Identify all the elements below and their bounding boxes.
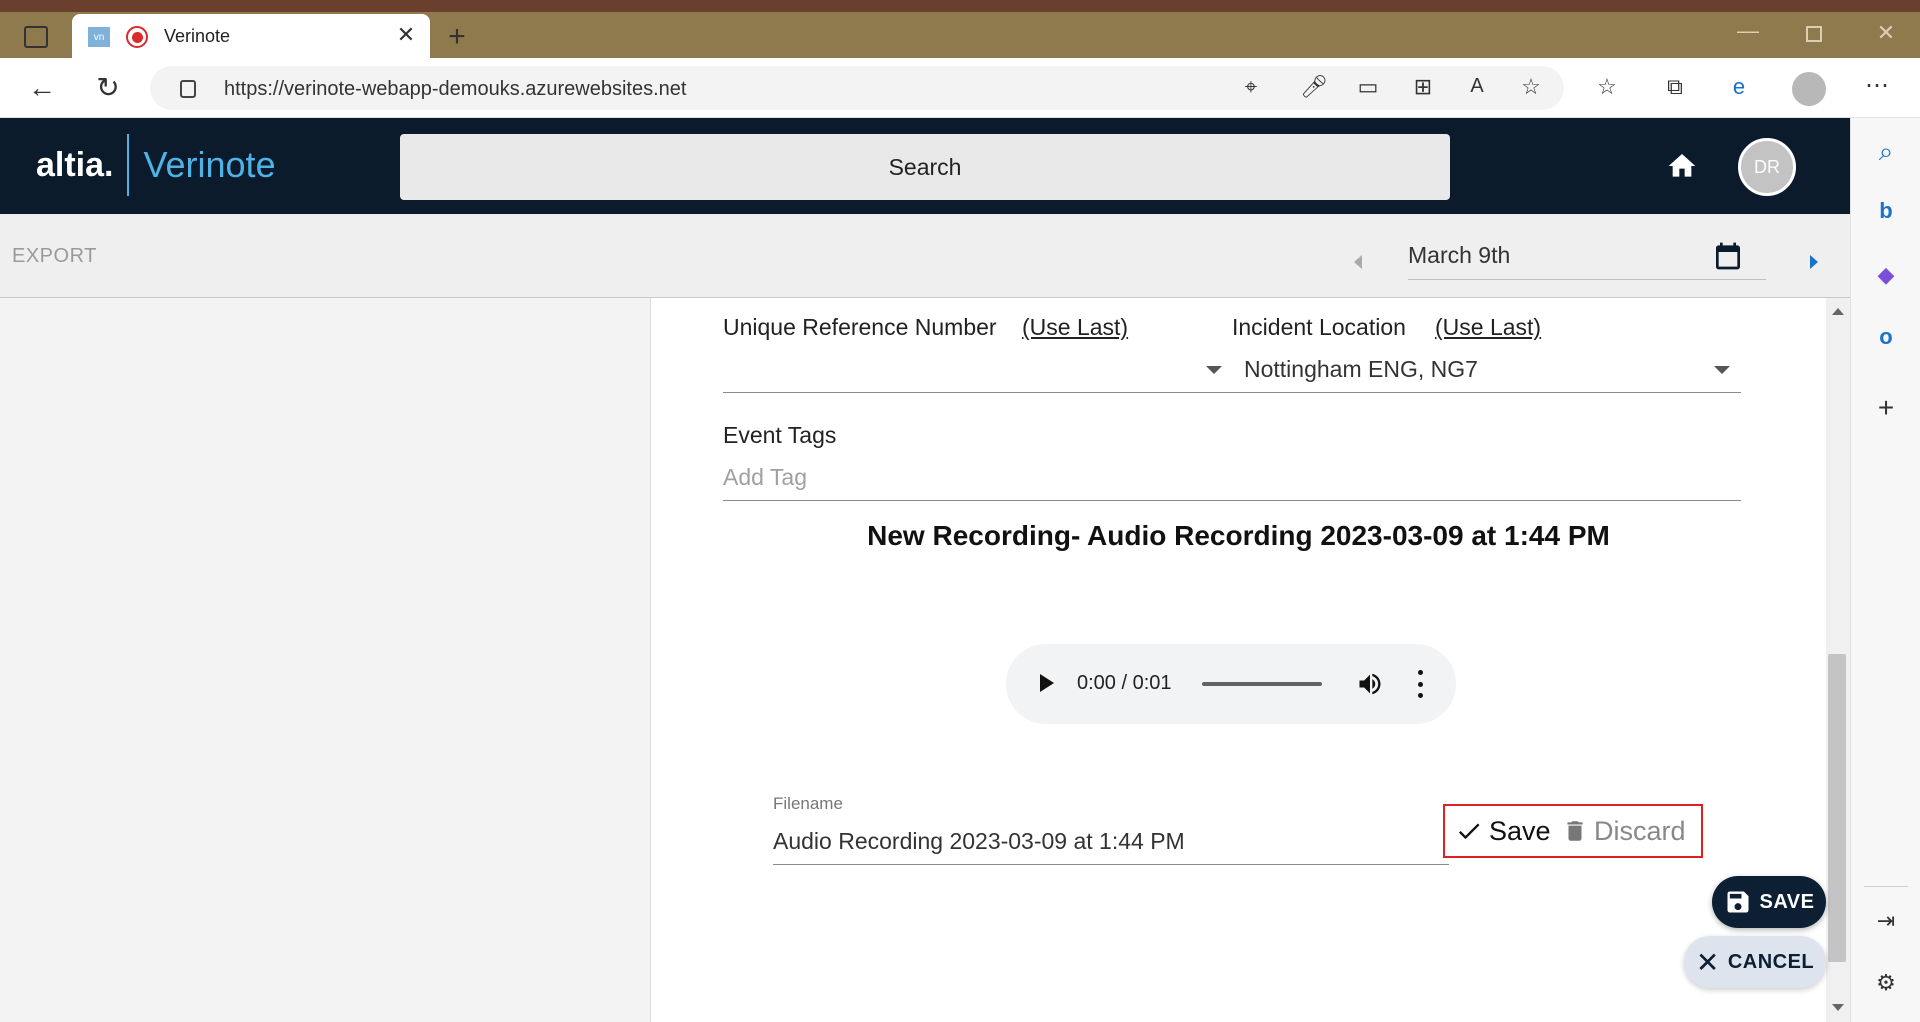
restore-icon[interactable] <box>1806 26 1822 42</box>
save-fab[interactable]: SAVE <box>1712 876 1826 928</box>
player-menu-icon[interactable] <box>1416 670 1424 698</box>
profile-icon[interactable] <box>1792 72 1826 106</box>
urn-use-last-link[interactable]: (Use Last) <box>1022 314 1128 341</box>
recording-indicator-icon <box>126 26 148 48</box>
prev-date-icon[interactable] <box>1354 255 1362 269</box>
apps-icon[interactable]: ⊞ <box>1410 76 1436 98</box>
brand-divider <box>127 134 130 196</box>
location-select[interactable]: Nottingham ENG, NG7 <box>1244 356 1478 383</box>
favicon-icon: vn <box>88 27 110 47</box>
bing-icon[interactable]: b <box>1872 200 1900 222</box>
export-button[interactable]: EXPORT <box>12 245 97 268</box>
date-field[interactable]: March 9th <box>1408 234 1766 280</box>
settings-gear-icon[interactable]: ⚙ <box>1872 972 1900 994</box>
office-icon[interactable]: ◆ <box>1872 264 1900 286</box>
sidebar-search-icon[interactable]: ⌕ <box>1872 138 1900 164</box>
url-text[interactable]: https://verinote-webapp-demouks.azureweb… <box>224 78 686 101</box>
scroll-up-icon[interactable] <box>1832 308 1844 315</box>
brand-verinote: Verinote <box>143 144 276 185</box>
tab-title: Verinote <box>164 26 231 46</box>
home-icon[interactable] <box>1666 150 1698 182</box>
check-icon <box>1458 823 1480 840</box>
discard-recording-button[interactable]: Discard <box>1562 812 1686 850</box>
event-tags-label: Event Tags <box>723 422 837 448</box>
edge-icon[interactable]: e <box>1726 76 1752 98</box>
refresh-icon[interactable]: ↻ <box>94 74 122 102</box>
taskbar-strip <box>0 0 1920 12</box>
event-tags-underline <box>723 500 1741 501</box>
play-icon[interactable] <box>1040 674 1054 692</box>
urn-location-underline <box>723 392 1741 393</box>
add-favorite-icon[interactable]: ☆ <box>1518 76 1544 98</box>
search-input[interactable]: Search <box>400 134 1450 200</box>
urn-dropdown-icon[interactable] <box>1206 366 1222 374</box>
favorites-icon[interactable]: ☆ <box>1594 76 1620 98</box>
read-aloud-icon[interactable]: A <box>1464 76 1490 96</box>
add-tag-input[interactable]: Add Tag <box>723 464 807 491</box>
scroll-down-icon[interactable] <box>1832 1004 1844 1011</box>
save-recording-button[interactable]: Save <box>1455 812 1551 850</box>
lock-icon <box>180 80 196 98</box>
close-tab-icon[interactable]: ✕ <box>394 24 418 48</box>
add-sidebar-app-icon[interactable]: + <box>1872 394 1900 422</box>
left-panel <box>0 298 651 1022</box>
date-value: March 9th <box>1408 242 1511 268</box>
filename-label: Filename <box>773 794 843 813</box>
floppy-disk-icon <box>1727 891 1748 913</box>
urn-label: Unique Reference Number <box>723 314 997 340</box>
microphone-icon[interactable]: 🎤︎ <box>1300 76 1328 98</box>
filename-input[interactable]: Audio Recording 2023-03-09 at 1:44 PM <box>773 828 1185 855</box>
minimize-icon[interactable]: — <box>1736 20 1760 42</box>
cancel-fab[interactable]: ✕ CANCEL <box>1684 936 1826 988</box>
seek-slider[interactable] <box>1202 682 1322 686</box>
trash-icon <box>1567 821 1583 841</box>
calendar-icon[interactable] <box>1712 238 1744 274</box>
more-options-icon[interactable]: ⋯ <box>1864 74 1890 98</box>
brand-altia: altia. <box>36 145 114 184</box>
audio-player: 0:00 / 0:01 <box>1006 644 1456 724</box>
scrollbar-thumb[interactable] <box>1828 654 1846 962</box>
close-x-icon: ✕ <box>1695 946 1720 978</box>
save-recording-label: Save <box>1489 815 1551 846</box>
discard-recording-label: Discard <box>1594 815 1686 846</box>
user-avatar[interactable]: DR <box>1738 138 1796 196</box>
cancel-fab-label: CANCEL <box>1727 950 1815 973</box>
new-tab-icon[interactable]: + <box>444 22 470 52</box>
brand-logo[interactable]: altia. Verinote <box>36 134 276 196</box>
player-time: 0:00 / 0:01 <box>1077 672 1172 694</box>
browser-tab-active[interactable]: vn Verinote ✕ <box>72 14 430 60</box>
filename-underline <box>773 864 1449 865</box>
back-arrow-icon[interactable]: ← <box>28 74 56 102</box>
location-use-last-link[interactable]: (Use Last) <box>1435 314 1541 341</box>
location-label: Incident Location <box>1232 314 1406 340</box>
location-pin-icon[interactable]: ⌖ <box>1238 76 1264 98</box>
collections-icon[interactable]: ⧉ <box>1662 76 1688 98</box>
sidebar-divider <box>1864 886 1908 887</box>
volume-icon[interactable] <box>1356 670 1384 698</box>
close-window-icon[interactable]: ✕ <box>1874 22 1898 44</box>
outlook-icon[interactable]: o <box>1872 326 1900 348</box>
cast-icon[interactable]: ▭ <box>1354 76 1382 98</box>
hide-sidebar-icon[interactable]: ⇥ <box>1872 910 1900 932</box>
recording-title: New Recording- Audio Recording 2023-03-0… <box>867 520 1610 551</box>
tab-actions-icon[interactable] <box>24 26 48 48</box>
save-fab-label: SAVE <box>1759 890 1815 913</box>
location-dropdown-icon[interactable] <box>1714 366 1730 374</box>
next-date-icon[interactable] <box>1810 255 1818 269</box>
